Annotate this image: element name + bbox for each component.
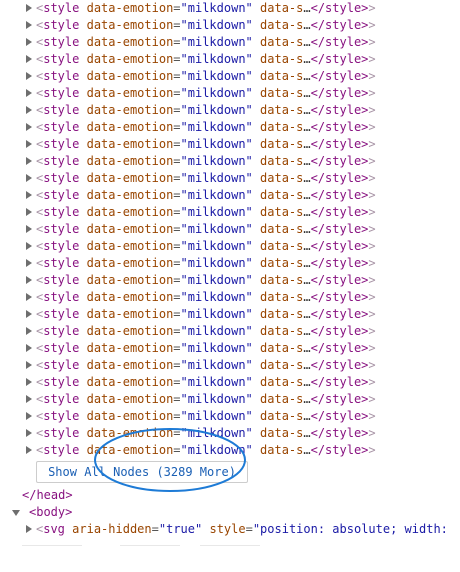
head-close-tag: </head> (22, 488, 73, 502)
style-node-code: <style data-emotion="milkdown" data-s…</… (36, 137, 376, 151)
expand-triangle-icon[interactable] (26, 395, 32, 403)
expand-triangle-icon[interactable] (26, 225, 32, 233)
expand-triangle-icon[interactable] (26, 55, 32, 63)
expand-triangle-icon[interactable] (26, 310, 32, 318)
style-node-row[interactable]: <style data-emotion="milkdown" data-s…</… (0, 204, 460, 221)
style-node-code: <style data-emotion="milkdown" data-s…</… (36, 239, 376, 253)
style-node-code: <style data-emotion="milkdown" data-s…</… (36, 222, 376, 236)
expand-triangle-icon[interactable] (26, 174, 32, 182)
style-node-row[interactable]: <style data-emotion="milkdown" data-s…</… (0, 170, 460, 187)
style-node-code: <style data-emotion="milkdown" data-s…</… (36, 273, 376, 287)
expand-triangle-icon[interactable] (26, 157, 32, 165)
expand-triangle-icon[interactable] (26, 21, 32, 29)
style-node-row[interactable]: <style data-emotion="milkdown" data-s…</… (0, 187, 460, 204)
expand-triangle-icon[interactable] (26, 378, 32, 386)
expand-triangle-icon[interactable] (26, 242, 32, 250)
style-node-row[interactable]: <style data-emotion="milkdown" data-s…</… (0, 357, 460, 374)
style-node-code: <style data-emotion="milkdown" data-s…</… (36, 103, 376, 117)
style-node-row[interactable]: <style data-emotion="milkdown" data-s…</… (0, 255, 460, 272)
style-node-code: <style data-emotion="milkdown" data-s…</… (36, 324, 376, 338)
expand-triangle-icon[interactable] (26, 344, 32, 352)
style-node-code: <style data-emotion="milkdown" data-s…</… (36, 341, 376, 355)
expand-triangle-icon[interactable] (26, 4, 32, 12)
expand-triangle-icon[interactable] (26, 72, 32, 80)
expand-triangle-icon[interactable] (26, 123, 32, 131)
style-node-code: <style data-emotion="milkdown" data-s…</… (36, 171, 376, 185)
expand-triangle-icon[interactable] (26, 208, 32, 216)
expand-triangle-icon[interactable] (26, 276, 32, 284)
style-node-code: <style data-emotion="milkdown" data-s…</… (36, 409, 376, 423)
expand-triangle-icon[interactable] (26, 38, 32, 46)
style-node-code: <style data-emotion="milkdown" data-s…</… (36, 256, 376, 270)
style-node-row[interactable]: <style data-emotion="milkdown" data-s…</… (0, 153, 460, 170)
style-node-code: <style data-emotion="milkdown" data-s…</… (36, 307, 376, 321)
expand-triangle-icon[interactable] (26, 106, 32, 114)
expand-triangle-icon[interactable] (26, 525, 32, 533)
style-node-code: <style data-emotion="milkdown" data-s…</… (36, 52, 376, 66)
style-node-row[interactable]: <style data-emotion="milkdown" data-s…</… (0, 323, 460, 340)
style-node-row[interactable]: <style data-emotion="milkdown" data-s…</… (0, 289, 460, 306)
expand-triangle-icon[interactable] (26, 259, 32, 267)
expand-triangle-icon[interactable] (26, 89, 32, 97)
style-node-code: <style data-emotion="milkdown" data-s…</… (36, 1, 376, 15)
style-node-row[interactable]: <style data-emotion="milkdown" data-s…</… (0, 34, 460, 51)
expand-triangle-icon[interactable] (26, 140, 32, 148)
expand-triangle-icon[interactable] (26, 361, 32, 369)
cut-off-text-icon (22, 545, 260, 546)
style-node-row[interactable]: <style data-emotion="milkdown" data-s…</… (0, 374, 460, 391)
next-row-fragment (0, 538, 460, 546)
style-node-row[interactable]: <style data-emotion="milkdown" data-s…</… (0, 408, 460, 425)
style-node-code: <style data-emotion="milkdown" data-s…</… (36, 188, 376, 202)
style-node-code: <style data-emotion="milkdown" data-s…</… (36, 35, 376, 49)
style-node-code: <style data-emotion="milkdown" data-s…</… (36, 120, 376, 134)
body-open-row[interactable]: <body> (0, 504, 460, 521)
style-node-code: <style data-emotion="milkdown" data-s…</… (36, 358, 376, 372)
style-node-row[interactable]: <style data-emotion="milkdown" data-s…</… (0, 17, 460, 34)
collapse-triangle-icon[interactable] (12, 510, 20, 516)
style-node-row[interactable]: <style data-emotion="milkdown" data-s…</… (0, 238, 460, 255)
style-node-code: <style data-emotion="milkdown" data-s…</… (36, 375, 376, 389)
style-node-row[interactable]: <style data-emotion="milkdown" data-s…</… (0, 0, 460, 17)
style-node-row[interactable]: <style data-emotion="milkdown" data-s…</… (0, 85, 460, 102)
style-node-row[interactable]: <style data-emotion="milkdown" data-s…</… (0, 68, 460, 85)
show-all-nodes-button[interactable]: Show All Nodes (3289 More) (36, 461, 248, 483)
expand-triangle-icon[interactable] (26, 446, 32, 454)
style-node-code: <style data-emotion="milkdown" data-s…</… (36, 154, 376, 168)
style-node-code: <style data-emotion="milkdown" data-s…</… (36, 290, 376, 304)
style-node-code: <style data-emotion="milkdown" data-s…</… (36, 426, 376, 440)
style-node-row[interactable]: <style data-emotion="milkdown" data-s…</… (0, 306, 460, 323)
expand-triangle-icon[interactable] (26, 293, 32, 301)
style-node-row[interactable]: <style data-emotion="milkdown" data-s…</… (0, 102, 460, 119)
expand-triangle-icon[interactable] (26, 429, 32, 437)
svg-row[interactable]: <svg aria-hidden="true" style="position:… (0, 521, 460, 538)
style-node-row[interactable]: <style data-emotion="milkdown" data-s…</… (0, 340, 460, 357)
body-open-tag: <body> (29, 505, 73, 519)
style-node-row[interactable]: <style data-emotion="milkdown" data-s…</… (0, 221, 460, 238)
expand-triangle-icon[interactable] (26, 191, 32, 199)
style-node-code: <style data-emotion="milkdown" data-s…</… (36, 69, 376, 83)
style-node-code: <style data-emotion="milkdown" data-s…</… (36, 443, 376, 457)
style-node-row[interactable]: <style data-emotion="milkdown" data-s…</… (0, 391, 460, 408)
style-node-row[interactable]: <style data-emotion="milkdown" data-s…</… (0, 425, 460, 442)
svg-node-code: <svg aria-hidden="true" style="position:… (36, 522, 448, 536)
expand-triangle-icon[interactable] (26, 327, 32, 335)
expand-triangle-icon[interactable] (26, 412, 32, 420)
style-node-row[interactable]: <style data-emotion="milkdown" data-s…</… (0, 442, 460, 459)
style-node-row[interactable]: <style data-emotion="milkdown" data-s…</… (0, 51, 460, 68)
style-node-code: <style data-emotion="milkdown" data-s…</… (36, 205, 376, 219)
style-node-row[interactable]: <style data-emotion="milkdown" data-s…</… (0, 119, 460, 136)
style-node-row[interactable]: <style data-emotion="milkdown" data-s…</… (0, 136, 460, 153)
style-node-code: <style data-emotion="milkdown" data-s…</… (36, 392, 376, 406)
style-node-row[interactable]: <style data-emotion="milkdown" data-s…</… (0, 272, 460, 289)
head-close-row[interactable]: </head> (0, 487, 460, 504)
style-node-code: <style data-emotion="milkdown" data-s…</… (36, 18, 376, 32)
style-node-code: <style data-emotion="milkdown" data-s…</… (36, 86, 376, 100)
